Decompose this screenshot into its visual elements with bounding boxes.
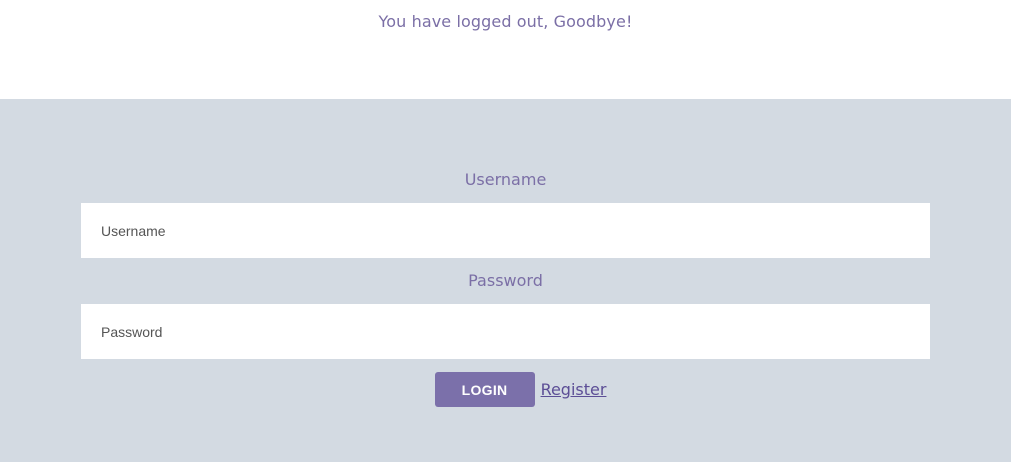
register-link[interactable]: Register [541, 380, 607, 399]
password-label: Password [468, 271, 543, 290]
form-actions: LOGIN Register [0, 372, 1011, 407]
logout-banner: You have logged out, Goodbye! [0, 0, 1011, 99]
login-button[interactable]: LOGIN [434, 372, 535, 407]
username-label: Username [464, 170, 547, 189]
logout-message: You have logged out, Goodbye! [378, 12, 633, 31]
username-input[interactable] [81, 203, 930, 258]
login-form: Username Password LOGIN Register [0, 99, 1011, 462]
password-input[interactable] [81, 304, 930, 359]
